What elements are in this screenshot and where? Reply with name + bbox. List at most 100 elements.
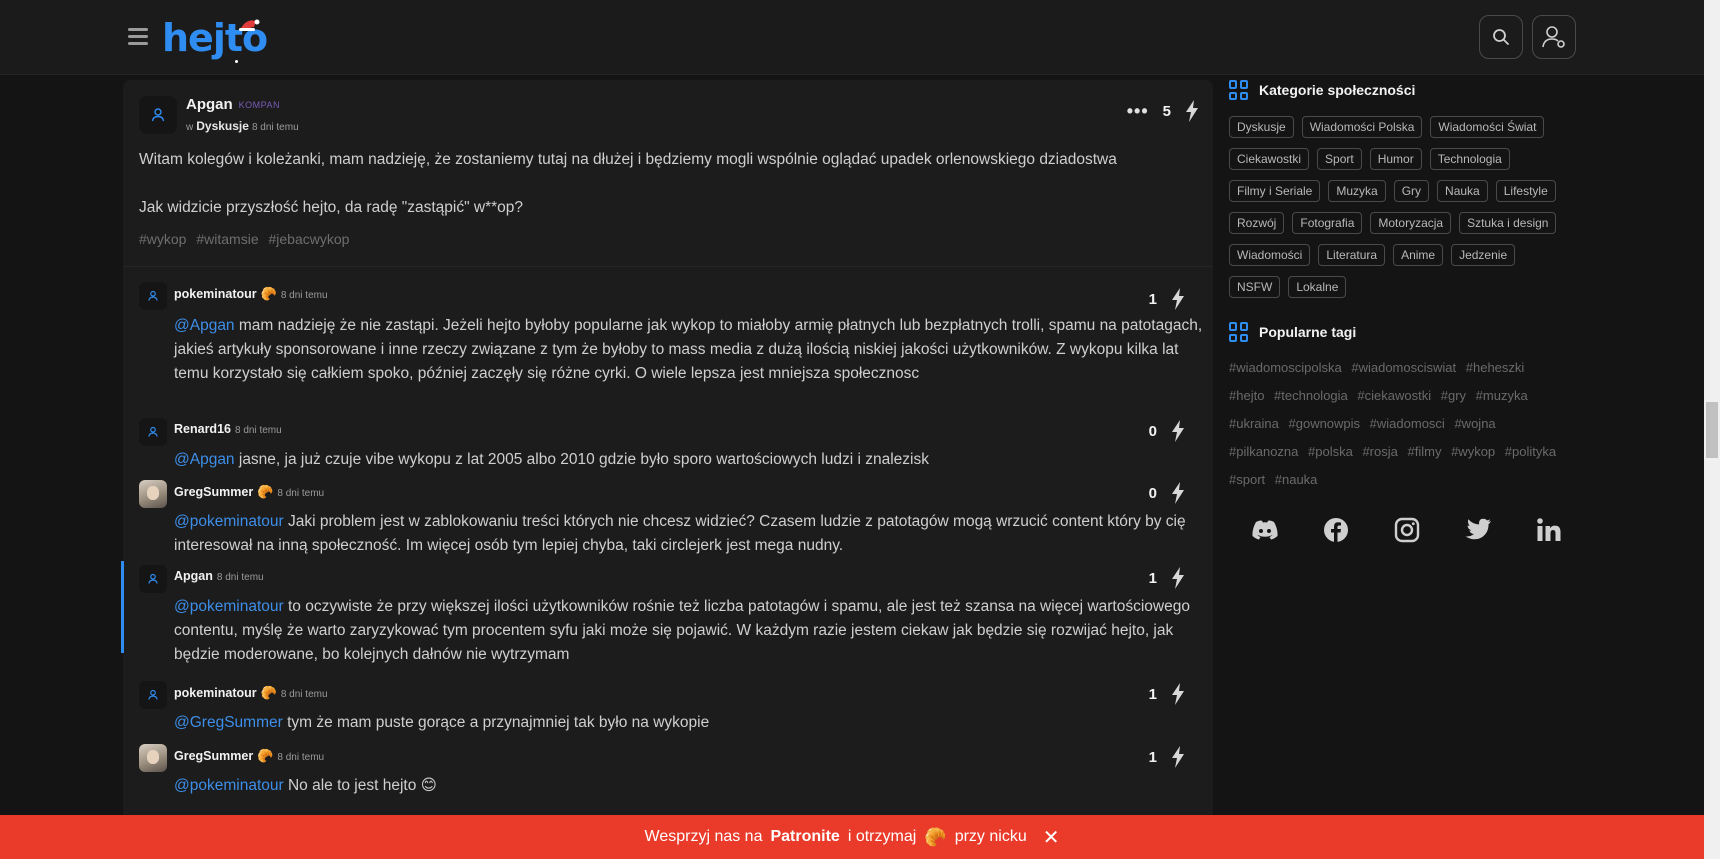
comment-avatar[interactable]	[139, 744, 167, 772]
discord-link[interactable]	[1249, 514, 1281, 546]
comment-text: @pokeminatour Jaki problem jest w zablok…	[174, 510, 1204, 558]
comment-author[interactable]: GregSummer	[174, 485, 253, 499]
comment-author[interactable]: Renard16	[174, 422, 231, 436]
category-chip[interactable]: Wiadomości Polska	[1301, 116, 1423, 138]
lightning-icon[interactable]	[1171, 482, 1185, 504]
croissant-badge-icon: 🥐	[260, 286, 277, 301]
category-chip[interactable]: Anime	[1393, 244, 1444, 266]
popular-tag[interactable]: #wojna	[1454, 416, 1495, 431]
menu-icon[interactable]	[128, 28, 148, 46]
comment-author[interactable]: GregSummer	[174, 749, 253, 763]
popular-tag[interactable]: #gry	[1441, 388, 1466, 403]
post-author[interactable]: Apgan KOMPAN	[186, 96, 280, 113]
account-button[interactable]	[1532, 15, 1576, 59]
category-chip[interactable]: Technologia	[1429, 148, 1510, 170]
category-chip[interactable]: Ciekawostki	[1229, 148, 1310, 170]
comment-avatar[interactable]	[139, 418, 167, 446]
comment-time: 8 dni temu	[234, 425, 282, 436]
top-header: hejto	[0, 0, 1704, 75]
comment-avatar[interactable]	[139, 282, 167, 310]
category-chip[interactable]: Dyskusje	[1229, 116, 1294, 138]
popular-tag[interactable]: #gownowpis	[1289, 416, 1361, 431]
category-chip[interactable]: NSFW	[1229, 276, 1281, 298]
popular-tag[interactable]: #rosja	[1362, 444, 1397, 459]
popular-tag[interactable]: #wykop	[1451, 444, 1495, 459]
hejto-logo[interactable]: hejto	[162, 14, 272, 66]
lightning-icon[interactable]	[1171, 683, 1185, 705]
post-card: Apgan KOMPAN w Dyskusje 8 dni temu ••• 5 Wi…	[123, 80, 1213, 266]
popular-tag[interactable]: #pilkanozna	[1229, 444, 1298, 459]
popular-tag[interactable]: #hejto	[1229, 388, 1264, 403]
close-icon[interactable]: ✕	[1043, 825, 1060, 850]
comment-author[interactable]: pokeminatour	[174, 686, 257, 700]
page-scrollbar[interactable]	[1704, 0, 1720, 859]
comment-avatar[interactable]	[139, 480, 167, 508]
category-chip[interactable]: Sztuka i design	[1459, 212, 1557, 234]
popular-tag[interactable]: #polityka	[1505, 444, 1556, 459]
categories-title: Kategorie społeczności	[1259, 82, 1416, 98]
lightning-icon[interactable]	[1171, 567, 1185, 589]
category-chip[interactable]: Muzyka	[1328, 180, 1386, 202]
post-category-link[interactable]: Dyskusje	[196, 119, 249, 133]
comment-time: 8 dni temu	[280, 290, 328, 301]
popular-tag[interactable]: #sport	[1229, 472, 1265, 487]
comment-time: 8 dni temu	[216, 572, 264, 583]
facebook-link[interactable]	[1320, 514, 1352, 546]
more-options-icon[interactable]: •••	[1127, 102, 1149, 120]
category-chip[interactable]: Filmy i Seriale	[1229, 180, 1321, 202]
category-chip[interactable]: Humor	[1369, 148, 1422, 170]
popular-tag[interactable]: #ukraina	[1229, 416, 1279, 431]
lightning-icon[interactable]	[1185, 100, 1199, 122]
popular-tag[interactable]: #wiadomosciswiat	[1351, 360, 1456, 375]
comment-header: pokeminatour 🥐 8 dni temu	[174, 286, 328, 302]
popular-tag[interactable]: #polska	[1308, 444, 1353, 459]
patronite-link[interactable]: Patronite	[770, 828, 839, 846]
scrollbar-thumb[interactable]	[1706, 402, 1718, 458]
category-chip[interactable]: Sport	[1317, 148, 1362, 170]
comment-author[interactable]: Apgan	[174, 569, 213, 583]
popular-tag[interactable]: #heheszki	[1466, 360, 1525, 375]
user-mention-link[interactable]: @pokeminatour	[174, 513, 284, 530]
post-tag[interactable]: #wykop	[139, 231, 186, 247]
category-chip[interactable]: Rozwój	[1229, 212, 1285, 234]
comment-author[interactable]: pokeminatour	[174, 287, 257, 301]
comment-text: @Apgan mam nadzieję że nie zastąpi. Jeże…	[174, 314, 1204, 386]
user-mention-link[interactable]: @Apgan	[174, 317, 235, 334]
category-chip[interactable]: Wiadomości	[1229, 244, 1311, 266]
post-tag[interactable]: #jebacwykop	[269, 231, 350, 247]
instagram-link[interactable]	[1391, 514, 1423, 546]
post-meta: w Dyskusje 8 dni temu	[186, 119, 299, 133]
popular-tag[interactable]: #muzyka	[1476, 388, 1528, 403]
popular-tag[interactable]: #technologia	[1274, 388, 1348, 403]
popular-tag[interactable]: #wiadomosci	[1370, 416, 1445, 431]
category-chip[interactable]: Lokalne	[1288, 276, 1347, 298]
comment-avatar[interactable]	[139, 681, 167, 709]
category-chip[interactable]: Nauka	[1437, 180, 1488, 202]
category-chip[interactable]: Literatura	[1318, 244, 1386, 266]
popular-tag[interactable]: #nauka	[1275, 472, 1318, 487]
author-name[interactable]: Apgan	[186, 96, 233, 113]
user-mention-link[interactable]: @pokeminatour	[174, 777, 284, 794]
comment-avatar[interactable]	[139, 565, 167, 593]
user-mention-link[interactable]: @pokeminatour	[174, 598, 284, 615]
banner-text: Wesprzyj nas na	[644, 828, 763, 845]
user-mention-link[interactable]: @Apgan	[174, 451, 235, 468]
category-chip[interactable]: Wiadomości Świat	[1430, 116, 1545, 138]
category-chip[interactable]: Gry	[1393, 180, 1430, 202]
lightning-icon[interactable]	[1171, 746, 1185, 768]
linkedin-link[interactable]	[1533, 514, 1565, 546]
lightning-icon[interactable]	[1171, 288, 1185, 310]
lightning-icon[interactable]	[1171, 420, 1185, 442]
search-button[interactable]	[1479, 15, 1523, 59]
category-chip[interactable]: Lifestyle	[1495, 180, 1556, 202]
popular-tag[interactable]: #ciekawostki	[1357, 388, 1431, 403]
popular-tag[interactable]: #filmy	[1408, 444, 1442, 459]
twitter-link[interactable]	[1462, 514, 1494, 546]
category-chip[interactable]: Motoryzacja	[1370, 212, 1452, 234]
category-chip[interactable]: Fotografia	[1292, 212, 1363, 234]
post-tag[interactable]: #witamsie	[196, 231, 258, 247]
category-chip[interactable]: Jedzenie	[1451, 244, 1516, 266]
popular-tag[interactable]: #wiadomoscipolska	[1229, 360, 1342, 375]
author-avatar[interactable]	[139, 96, 177, 134]
user-mention-link[interactable]: @GregSummer	[174, 714, 283, 731]
